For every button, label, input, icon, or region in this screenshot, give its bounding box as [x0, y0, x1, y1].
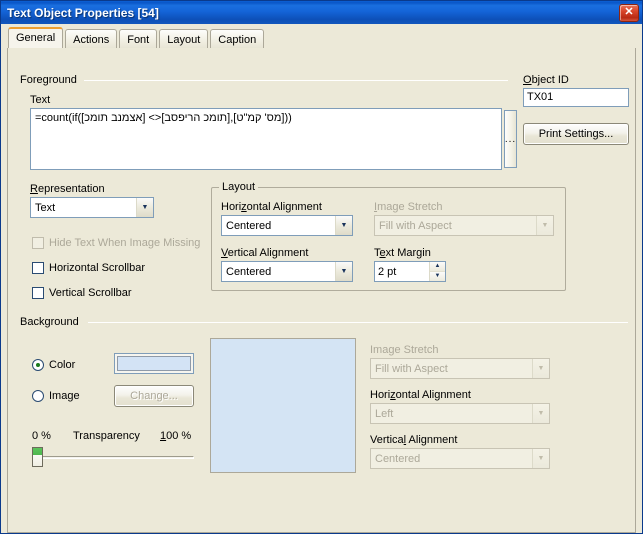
horizontal-alignment-label: Horizontal Alignment [221, 201, 322, 213]
horizontal-scrollbar-label: Horizontal Scrollbar [49, 262, 145, 274]
object-id-input[interactable]: TX01 [523, 88, 629, 107]
background-image-label: Image [49, 390, 80, 402]
background-image-stretch-select: Fill with Aspect ▼ [370, 358, 550, 379]
horizontal-alignment-select[interactable]: Centered ▼ [221, 215, 353, 236]
foreground-group-rule [84, 80, 508, 81]
chevron-down-icon: ▼ [136, 198, 153, 217]
transparency-slider-thumb[interactable] [32, 447, 43, 467]
background-color-label: Color [49, 359, 76, 371]
background-color-radio[interactable]: Color [32, 359, 75, 371]
object-id-label: Object ID [523, 74, 569, 86]
text-margin-value: 2 pt [378, 265, 397, 278]
dialog-footer: OK Cancel Apply Help [1, 493, 642, 533]
chevron-down-icon: ▼ [335, 262, 352, 281]
background-vertical-alignment-select: Centered ▼ [370, 448, 550, 469]
background-group-label: Background [20, 316, 83, 328]
representation-value: Text [35, 201, 56, 214]
hide-text-when-image-missing-label: Hide Text When Image Missing [49, 237, 201, 249]
background-vertical-alignment-label: Vertical Alignment [370, 434, 458, 446]
checkbox-box [32, 287, 44, 299]
vertical-alignment-label: Vertical Alignment [221, 247, 309, 259]
window-title: Text Object Properties [54] [7, 5, 159, 20]
background-image-stretch-value: Fill with Aspect [375, 362, 448, 375]
layout-image-stretch-label: Image Stretch [374, 201, 443, 213]
transparency-label: Transparency [73, 430, 140, 442]
text-expand-button[interactable]: ... [504, 110, 517, 168]
checkbox-box [32, 262, 44, 274]
representation-label: Representation [30, 183, 105, 195]
tab-strip: General Actions Font Layout Caption [1, 24, 642, 48]
radio-button [32, 390, 44, 402]
vertical-alignment-select[interactable]: Centered ▼ [221, 261, 353, 282]
title-bar: Text Object Properties [54] ✕ [1, 1, 642, 24]
background-horizontal-alignment-select: Left ▼ [370, 403, 550, 424]
chevron-down-icon: ▼ [532, 359, 549, 378]
change-image-button: Change... [114, 385, 194, 407]
background-image-radio[interactable]: Image [32, 390, 80, 402]
chevron-down-icon: ▼ [335, 216, 352, 235]
text-field-label: Text [30, 94, 51, 106]
foreground-group-label: Foreground [20, 74, 81, 86]
tab-actions[interactable]: Actions [65, 29, 118, 48]
layout-group-title: Layout [219, 181, 259, 193]
stepper-down-icon[interactable]: ▼ [430, 271, 445, 281]
vertical-alignment-value: Centered [226, 265, 272, 278]
vertical-scrollbar-checkbox[interactable]: Vertical Scrollbar [32, 287, 132, 299]
tab-general[interactable]: General [8, 27, 64, 48]
background-vertical-alignment-value: Centered [375, 452, 421, 465]
background-preview [210, 338, 356, 473]
chevron-down-icon: ▼ [532, 404, 549, 423]
layout-image-stretch-value: Fill with Aspect [379, 219, 452, 232]
background-group-rule [88, 322, 628, 323]
close-icon[interactable]: ✕ [619, 3, 639, 22]
transparency-min-label: 0 % [32, 430, 51, 442]
print-settings-button[interactable]: Print Settings... [523, 123, 629, 145]
hide-text-when-image-missing-checkbox: Hide Text When Image Missing [32, 237, 200, 249]
background-image-stretch-label: Image Stretch [370, 344, 439, 356]
background-color-swatch[interactable] [114, 353, 194, 374]
tab-layout[interactable]: Layout [159, 29, 209, 48]
representation-select[interactable]: Text ▼ [30, 197, 154, 218]
general-tab-panel: Foreground Text =count(if([אצמנב תומכ] <… [7, 47, 636, 533]
stepper-buttons[interactable]: ▲ ▼ [429, 262, 445, 281]
horizontal-scrollbar-checkbox[interactable]: Horizontal Scrollbar [32, 262, 145, 274]
checkbox-box [32, 237, 44, 249]
vertical-scrollbar-label: Vertical Scrollbar [49, 287, 132, 299]
chevron-down-icon: ▼ [532, 449, 549, 468]
chevron-down-icon: ▼ [536, 216, 553, 235]
horizontal-alignment-value: Centered [226, 219, 272, 232]
layout-image-stretch-select: Fill with Aspect ▼ [374, 215, 554, 236]
text-object-properties-dialog: Text Object Properties [54] ✕ General Ac… [0, 0, 643, 534]
tab-font[interactable]: Font [119, 29, 158, 48]
transparency-slider-track[interactable] [34, 456, 194, 459]
background-horizontal-alignment-label: Horizontal Alignment [370, 389, 471, 401]
transparency-max-label: 100 % [160, 430, 192, 442]
background-horizontal-alignment-value: Left [375, 407, 394, 420]
stepper-up-icon[interactable]: ▲ [430, 262, 445, 272]
text-margin-label: Text Margin [374, 247, 431, 259]
tab-caption[interactable]: Caption [210, 29, 265, 48]
text-input[interactable]: =count(if([אצמנב תומכ] <>[תומכ הריפסב],[… [30, 108, 502, 170]
text-margin-stepper[interactable]: 2 pt ▲ ▼ [374, 261, 446, 282]
radio-button [32, 359, 44, 371]
